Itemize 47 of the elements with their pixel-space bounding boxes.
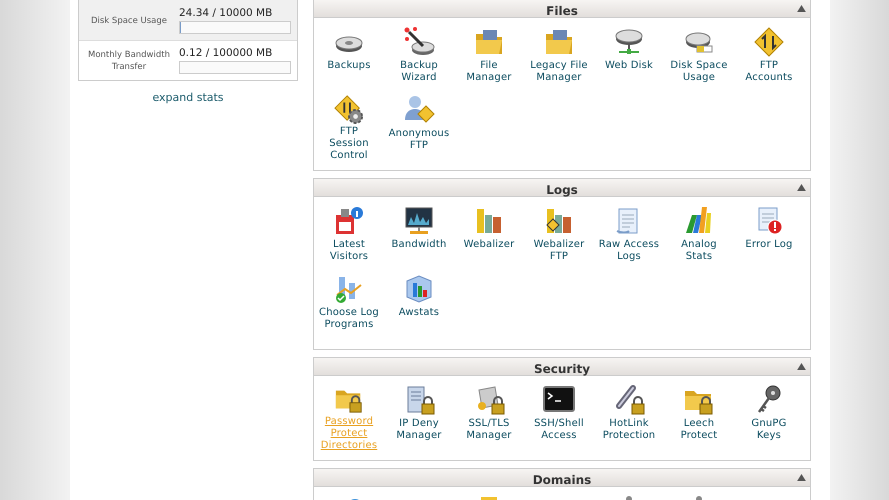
tool-link[interactable]: Error Log [745, 239, 793, 251]
tool-link[interactable]: Awstats [398, 307, 440, 319]
section-header[interactable]: Domains [314, 469, 810, 487]
tool-link[interactable]: Disk Space Usage [668, 60, 730, 84]
tool-link[interactable]: IP Deny Manager [388, 418, 450, 442]
section-header[interactable]: Logs [314, 179, 810, 197]
warning-sign-icon[interactable] [753, 26, 785, 58]
tool-link[interactable]: Legacy File Manager [528, 60, 590, 84]
tool-link[interactable]: Webalizer FTP [528, 239, 590, 263]
tool-link[interactable]: SSH/Shell Access [528, 418, 590, 442]
tool-link[interactable]: Backups [327, 60, 371, 72]
section-title: Files [546, 4, 578, 18]
section-title: Security [534, 362, 590, 376]
tool-link[interactable]: GnuPG Keys [738, 418, 800, 442]
collapse-arrow-icon[interactable] [797, 184, 806, 191]
tool-link[interactable]: File Manager [458, 60, 520, 84]
collapse-arrow-icon[interactable] [797, 474, 806, 481]
chain-with-padlock-icon[interactable] [613, 384, 645, 416]
wand-and-disk-icon[interactable] [403, 26, 435, 58]
sign-and-gear-icon[interactable] [333, 94, 365, 124]
collapse-arrow-icon[interactable] [797, 363, 806, 370]
tool-link[interactable]: Web Disk [604, 60, 654, 72]
section-title: Domains [532, 473, 592, 487]
monitor-icon[interactable] [403, 205, 435, 237]
section-header[interactable]: Files [314, 0, 810, 18]
tool-link[interactable]: Anonymous FTP [388, 128, 450, 152]
section-header[interactable]: Security [314, 358, 810, 376]
tool-link[interactable]: HotLink Protection [598, 418, 660, 442]
stat-label: Monthly Bandwidth Transfer [87, 48, 171, 72]
tool-link[interactable]: Leech Protect [668, 418, 730, 442]
tool-link[interactable]: Choose Log Programs [318, 307, 380, 331]
stat-reading: 24.34 / 10000 MB [179, 7, 274, 19]
tool-link[interactable]: Latest Visitors [318, 239, 380, 263]
expand-stats-link[interactable]: expand stats [152, 91, 224, 104]
stat-label: Disk Space Usage [90, 14, 168, 26]
section-title: Logs [546, 183, 578, 197]
tool-link[interactable]: FTP Session Control [318, 126, 380, 162]
tool-link[interactable]: FTP Accounts [738, 60, 800, 84]
tool-link[interactable]: SSL/TLS Manager [458, 418, 520, 442]
tool-link[interactable]: Analog Stats [668, 239, 730, 263]
tool-link[interactable]: Webalizer [464, 239, 514, 251]
collapse-arrow-icon[interactable] [797, 5, 806, 12]
tool-link[interactable]: Bandwidth [391, 239, 447, 251]
stat-reading: 0.12 / 100000 MB [179, 47, 274, 59]
visitor-log-icon[interactable] [333, 205, 365, 237]
tool-link[interactable]: Raw Access Logs [598, 239, 660, 263]
tool-link[interactable]: Backup Wizard [388, 60, 450, 84]
